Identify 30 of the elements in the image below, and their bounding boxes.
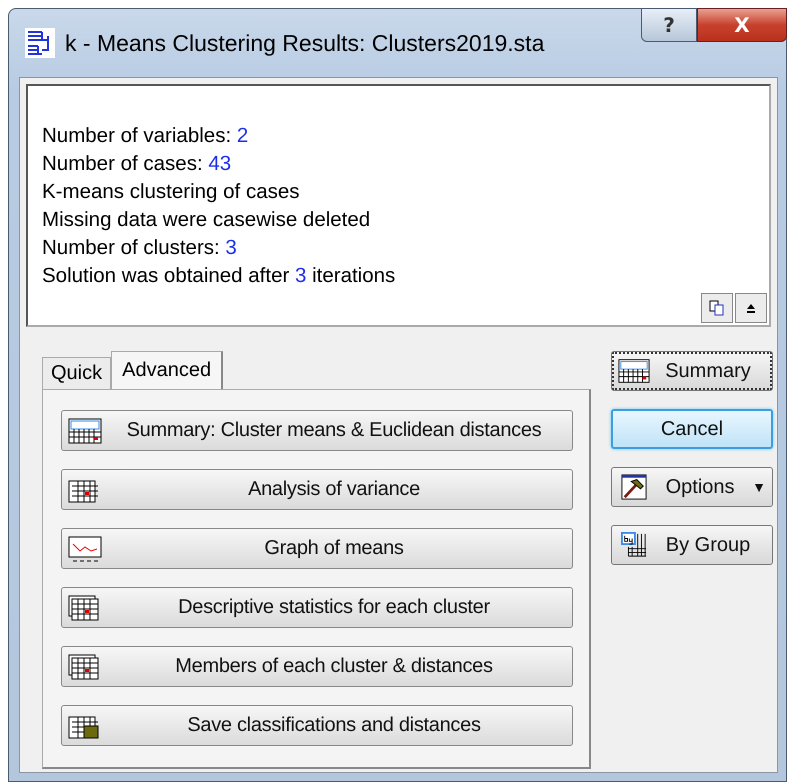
- eject-icon: [745, 302, 757, 314]
- result-line: Number of cases: 43: [42, 151, 232, 177]
- collapse-button[interactable]: [735, 293, 767, 323]
- action-button[interactable]: Summary: Cluster means & Euclidean distances: [61, 410, 573, 451]
- copy-icon: [709, 300, 725, 316]
- line-chart-icon: [68, 536, 102, 562]
- dialog-button[interactable]: Options ▼: [611, 467, 773, 507]
- action-button[interactable]: Save classifications and distances: [61, 705, 573, 746]
- help-button[interactable]: ?: [641, 8, 697, 42]
- result-line: Number of clusters: 3: [42, 235, 238, 261]
- action-button[interactable]: Analysis of variance: [61, 469, 573, 510]
- app-icon: [25, 28, 55, 58]
- action-button[interactable]: Graph of means: [61, 528, 573, 569]
- copy-button[interactable]: [701, 293, 733, 323]
- tab[interactable]: Quick: [42, 357, 112, 389]
- close-button[interactable]: X: [697, 8, 787, 42]
- result-line: Missing data were casewise deleted: [42, 207, 372, 233]
- table-icon: [68, 418, 102, 444]
- dialog-button[interactable]: Summary: [611, 351, 773, 391]
- dialog-button[interactable]: By Group: [611, 525, 773, 565]
- action-button[interactable]: Members of each cluster & distances: [61, 646, 573, 687]
- window-title: k - Means Clustering Results: Clusters2019.sta: [65, 30, 544, 56]
- tab[interactable]: Advanced: [111, 351, 224, 389]
- table-icon: [618, 358, 650, 384]
- result-line: Solution was obtained after 3 iterations: [42, 263, 396, 289]
- action-button[interactable]: Descriptive statistics for each cluster: [61, 587, 573, 628]
- result-line: Number of variables: 2: [42, 123, 250, 149]
- result-line: K-means clustering of cases: [42, 179, 301, 205]
- dialog-button[interactable]: Cancel: [611, 409, 773, 449]
- dropdown-arrow: ▼: [752, 479, 766, 495]
